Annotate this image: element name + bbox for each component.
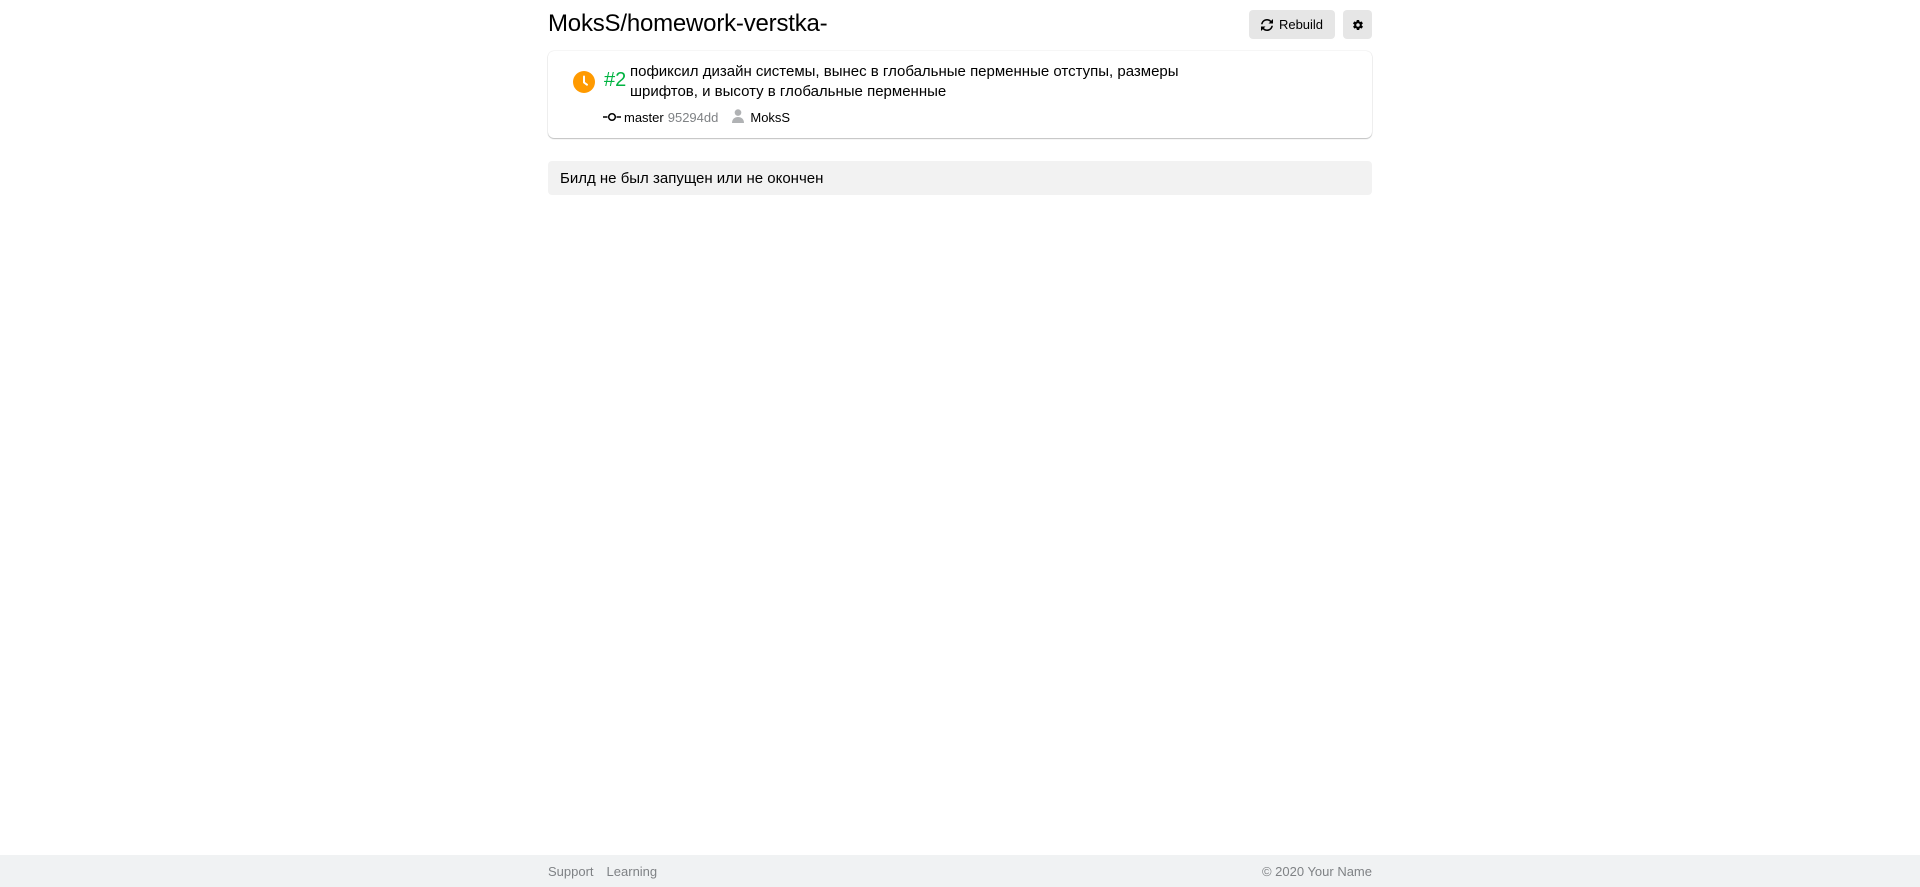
footer-links: Support Learning xyxy=(548,864,657,879)
page-header: MoksS/homework-verstka- Rebuild xyxy=(548,0,1372,49)
gear-icon xyxy=(1352,19,1364,31)
user-icon xyxy=(732,109,745,126)
commit-message: пофиксил дизайн системы, вынес в глобаль… xyxy=(630,63,1179,100)
learning-link[interactable]: Learning xyxy=(607,864,658,879)
build-log-text: Билд не был запущен или не окончен xyxy=(560,169,824,187)
support-link[interactable]: Support xyxy=(548,864,594,879)
copyright: © 2020 Your Name xyxy=(1261,863,1372,879)
build-number: #2 xyxy=(604,69,627,91)
author-name: MoksS xyxy=(750,110,791,125)
header-actions: Rebuild xyxy=(1249,10,1372,39)
repo-title: MoksS/homework-verstka- xyxy=(548,10,828,37)
commit-hash: 95294dd xyxy=(667,110,719,125)
rebuild-button[interactable]: Rebuild xyxy=(1249,10,1335,39)
clock-icon xyxy=(573,71,595,93)
build-log: Билд не был запущен или не окончен xyxy=(548,161,1372,195)
settings-button[interactable] xyxy=(1343,10,1372,39)
build-meta: master 95294dd MoksS xyxy=(603,109,790,126)
refresh-icon xyxy=(1260,18,1273,31)
page-footer: Support Learning © 2020 Your Name xyxy=(548,855,1372,887)
commit-icon xyxy=(603,110,621,125)
build-card: #2 пофиксил дизайн системы, вынес в глоб… xyxy=(548,51,1372,138)
rebuild-label: Rebuild xyxy=(1278,17,1324,32)
branch-name: master xyxy=(624,110,664,125)
